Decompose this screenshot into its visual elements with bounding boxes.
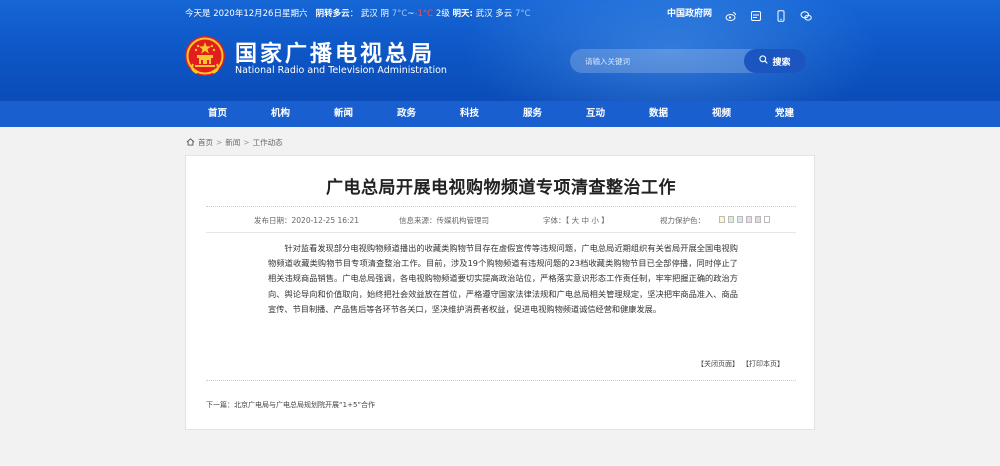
breadcrumb: 首页 > 新闻 > 工作动态 [186,137,283,148]
wechat-icon[interactable] [750,7,762,21]
weather-temp-low: 7°C [391,9,408,19]
nav-item-organization[interactable]: 机构 [249,101,312,127]
article-card: 广电总局开展电视购物频道专项清查整治工作 发布日期：2020-12-25 16:… [185,155,815,430]
weather-condition: 阴 [380,9,390,19]
national-emblem-logo[interactable] [184,34,226,78]
weather-wind: 2级 [435,9,450,19]
site-title-en: National Radio and Television Administra… [235,65,447,76]
tomorrow-temp: 7°C [515,9,531,19]
site-header: 今天是 2020年12月26日星期六 阴转多云： 武汉 阴 7°C~-1°C 2… [0,0,1000,101]
tomorrow-condition: 多云 [495,9,513,19]
top-bar: 今天是 2020年12月26日星期六 阴转多云： 武汉 阴 7°C~-1°C 2… [0,0,1000,27]
swatch-purple[interactable] [746,216,752,223]
breadcrumb-work-news[interactable]: 工作动态 [253,137,283,148]
nav-item-interaction[interactable]: 互动 [564,101,627,127]
article-body: 针对监看发现部分电视购物频道播出的收藏类购物节目存在虚假宣传等违规问题，广电总局… [268,243,738,314]
date-weather: 今天是 2020年12月26日星期六 阴转多云： 武汉 阴 7°C~-1°C 2… [185,9,531,19]
breadcrumb-separator: > [216,138,223,147]
article-title: 广电总局开展电视购物频道专项清查整治工作 [326,178,676,198]
date-text: 今天是 2020年12月26日星期六 [185,9,308,19]
swatch-white[interactable] [764,216,770,223]
article-meta: 发布日期：2020-12-25 16:21 信息来源：传媒机构管理司 字体：【 … [206,206,796,233]
nav-item-video[interactable]: 视频 [690,101,753,127]
weather-label: 阴转多云 [315,9,350,19]
search-button[interactable]: 搜索 [744,49,806,73]
print-page-link[interactable]: 【打印本页】 [742,359,784,369]
nav-item-services[interactable]: 服务 [501,101,564,127]
mobile-icon[interactable] [775,7,787,22]
nav-item-home[interactable]: 首页 [186,101,249,127]
next-article-link[interactable]: 下一篇：北京广电局与广电总局规划院开展“1+5”合作 [206,400,375,410]
main-nav: 首页 机构 新闻 政务 科技 服务 互动 数据 视频 党建 [0,101,1000,127]
tomorrow-city: 武汉 [475,9,493,19]
search-icon [759,55,769,67]
swatch-yellow[interactable] [719,216,725,223]
home-icon[interactable] [186,137,195,148]
weather-temp-high: -1°C [414,9,434,19]
nav-item-news[interactable]: 新闻 [312,101,375,127]
swatch-green[interactable] [728,216,734,223]
swatch-blue[interactable] [737,216,743,223]
nav-item-government-affairs[interactable]: 政务 [375,101,438,127]
eye-protect-swatches [719,216,770,223]
info-source: 信息来源：传媒机构管理司 [399,216,489,225]
nav-item-data[interactable]: 数据 [627,101,690,127]
site-title-cn: 国家广播电视总局 [235,42,436,67]
nav-item-technology[interactable]: 科技 [438,101,501,127]
breadcrumb-separator: > [243,138,250,147]
weather-city: 武汉 [360,9,378,19]
gov-portal-link[interactable]: 中国政府网 [667,6,712,19]
breadcrumb-news[interactable]: 新闻 [225,137,240,148]
chat-icon[interactable] [800,7,812,21]
weibo-icon[interactable] [725,7,737,21]
eye-protect-label: 视力保护色： [660,216,705,225]
article-actions: 【关闭页面】 【打印本页】 [697,359,784,369]
breadcrumb-home[interactable]: 首页 [198,137,213,148]
close-page-link[interactable]: 【关闭页面】 [697,359,739,369]
search-input[interactable] [570,49,744,73]
search-button-label: 搜索 [772,57,791,68]
publish-date: 发布日期：2020-12-25 16:21 [254,216,360,225]
divider [206,380,796,381]
font-size-switch[interactable]: 字体：【 大 中 小 】 [543,215,609,226]
search-box: 搜索 [570,49,806,73]
top-links: 中国政府网 [667,6,812,22]
swatch-pink[interactable] [755,216,761,223]
tomorrow-label: 明天: [452,9,473,19]
nav-item-party-building[interactable]: 党建 [753,101,816,127]
